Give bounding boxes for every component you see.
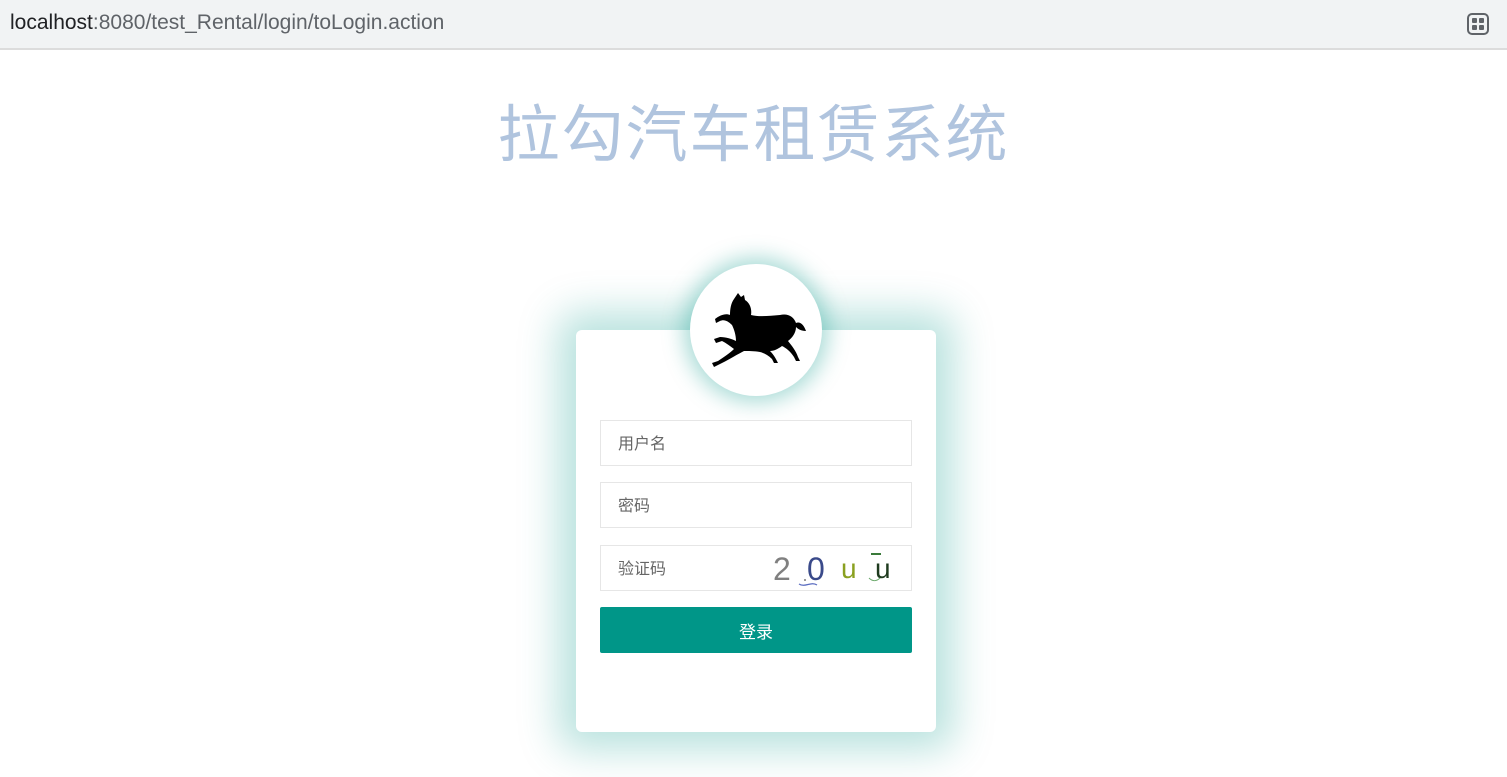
url-path: :8080/test_Rental/login/toLogin.action	[92, 11, 445, 34]
page-title: 拉勾汽车租赁系统	[497, 98, 1010, 171]
captcha-field[interactable]: 2 0 u u	[600, 545, 912, 591]
logo-avatar	[690, 264, 822, 396]
url-text[interactable]: localhost:8080/test_Rental/login/toLogin…	[10, 11, 444, 35]
horse-icon	[712, 293, 806, 367]
captcha-noise	[798, 553, 881, 586]
url-host: localhost	[10, 11, 93, 34]
captcha-image[interactable]: 2 0 u u	[769, 548, 899, 588]
grid-icon[interactable]	[1467, 13, 1489, 35]
browser-address-bar: localhost:8080/test_Rental/login/toLogin…	[0, 0, 1507, 50]
login-button[interactable]: 登录	[600, 607, 912, 653]
username-input[interactable]	[601, 421, 911, 465]
password-input[interactable]	[601, 483, 911, 527]
password-field[interactable]	[600, 482, 912, 528]
username-field[interactable]	[600, 420, 912, 466]
